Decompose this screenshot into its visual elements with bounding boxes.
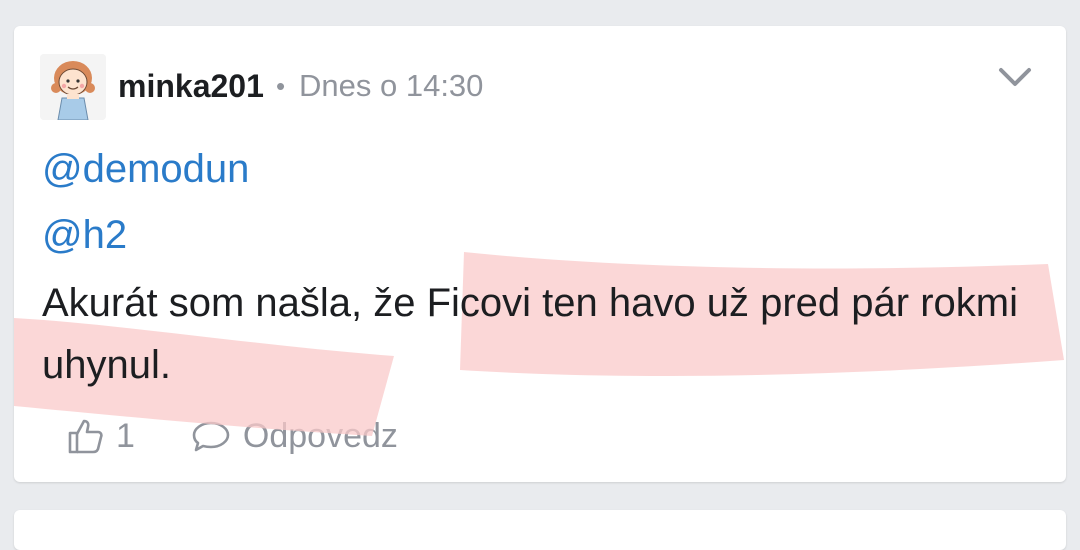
avatar[interactable] [40, 54, 106, 120]
post-text: Akurát som našla, že Ficovi ten havo už … [42, 281, 1018, 387]
chevron-down-icon [999, 68, 1031, 86]
post-actions: 1 Odpovedz [66, 414, 398, 458]
like-count: 1 [116, 416, 135, 455]
like-button[interactable]: 1 [66, 417, 135, 456]
meta-separator: • [276, 71, 286, 101]
reply-button[interactable]: Odpovedz [191, 417, 398, 456]
mention-link[interactable]: @demodun [42, 144, 249, 194]
post-card: minka201 • Dnes o 14:30 @demodun @h2 Aku… [14, 26, 1066, 482]
post-menu-button[interactable] [997, 62, 1033, 92]
post-timestamp[interactable]: Dnes o 14:30 [299, 66, 483, 106]
speech-bubble-icon [192, 421, 230, 452]
author-name[interactable]: minka201 [118, 66, 264, 106]
next-post-card [14, 510, 1066, 550]
cartoon-girl-icon [40, 54, 106, 120]
mention-link[interactable]: @h2 [42, 210, 127, 260]
reply-label: Odpovedz [242, 416, 398, 455]
thumbs-up-icon [68, 419, 103, 454]
